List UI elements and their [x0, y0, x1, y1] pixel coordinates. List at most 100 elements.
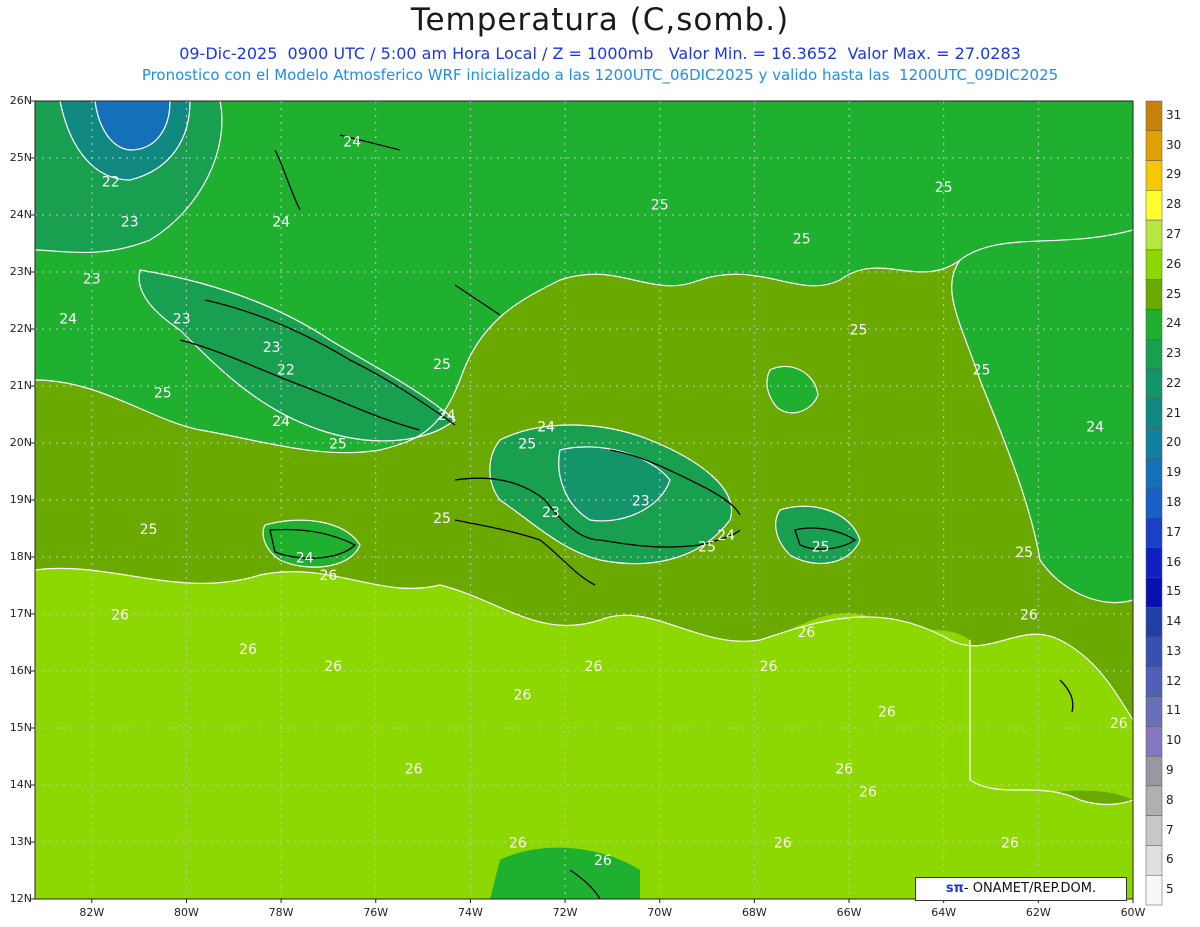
colorbar-label: 24 — [1166, 316, 1182, 331]
colorbar-label: 18 — [1166, 495, 1182, 509]
isotherm-label: 24 — [296, 551, 314, 567]
colorbar-swatch — [1145, 368, 1163, 400]
credit-symbol: sπ — [945, 881, 964, 896]
colorbar-label: 12 — [1166, 673, 1182, 688]
colorbar-label: 19 — [1166, 465, 1182, 480]
isotherm-label: 26 — [111, 608, 129, 624]
isotherm-label: 26 — [1001, 836, 1019, 852]
colorbar-label: 5 — [1166, 882, 1174, 897]
isotherm-label: 26 — [1110, 716, 1128, 732]
isotherm-label: 25 — [329, 437, 347, 453]
colorbar-swatch — [1145, 487, 1163, 519]
latitude-label: 17N — [9, 607, 32, 620]
latitude-label: 15N — [9, 721, 32, 734]
latitude-label: 12N — [9, 892, 32, 905]
isotherm-label: 25 — [973, 363, 991, 379]
isotherm-label: 26 — [774, 836, 792, 852]
longitude-label: 70W — [647, 906, 673, 919]
colorbar-swatch — [1145, 874, 1163, 906]
colorbar-swatch — [1145, 815, 1163, 846]
latitude-label: 23N — [9, 265, 32, 278]
latitude-label: 14N — [9, 778, 32, 791]
colorbar-swatch — [1145, 636, 1163, 668]
isotherm-label: 26 — [509, 836, 527, 852]
colorbar-label: 11 — [1166, 703, 1182, 718]
colorbar-label: 13 — [1166, 643, 1182, 658]
colorbar-label: 30 — [1166, 137, 1182, 152]
latitude-label: 25N — [9, 151, 32, 164]
colorbar-label: 31 — [1166, 107, 1182, 122]
colorbar-swatch — [1145, 666, 1163, 697]
latitude-label: 16N — [9, 664, 32, 677]
colorbar-swatch — [1145, 219, 1163, 251]
isotherm-label: 25 — [812, 539, 830, 555]
isotherm-label: 24 — [537, 420, 555, 436]
colorbar-swatch — [1145, 785, 1163, 816]
colorbar-swatch — [1145, 458, 1163, 489]
longitude-label: 74W — [457, 906, 483, 919]
colorbar-label: 10 — [1166, 733, 1182, 748]
longitude-label: 78W — [268, 906, 294, 919]
colorbar-swatch — [1145, 726, 1163, 757]
colorbar-swatch — [1145, 428, 1163, 459]
isotherm-label: 26 — [585, 659, 603, 675]
longitude-label: 60W — [1120, 906, 1146, 919]
colorbar-swatch — [1145, 160, 1163, 191]
isotherm-label: 23 — [263, 340, 281, 356]
colorbar-label: 17 — [1166, 524, 1182, 539]
colorbar — [1145, 100, 1163, 906]
isotherm-label: 22 — [102, 175, 120, 191]
latitude-label: 22N — [9, 322, 32, 335]
isotherm-label: 26 — [320, 568, 338, 584]
longitude-label: 64W — [931, 906, 957, 919]
isotherm-label: 26 — [859, 784, 877, 800]
colorbar-label: 23 — [1166, 346, 1182, 361]
colorbar-label: 20 — [1166, 435, 1182, 450]
latitude-label: 26N — [9, 94, 32, 107]
isotherm-label: 26 — [760, 659, 778, 675]
isotherm-label: 24 — [438, 408, 456, 424]
colorbar-label: 28 — [1166, 197, 1182, 212]
isotherm-label: 25 — [935, 180, 953, 196]
colorbar-swatch — [1145, 606, 1163, 638]
isotherm-label: 26 — [1020, 608, 1038, 624]
latitude-label: 13N — [9, 835, 32, 848]
latitude-label: 18N — [9, 550, 32, 563]
colorbar-swatch — [1145, 338, 1163, 370]
colorbar-label: 16 — [1166, 554, 1182, 569]
temperature-map: 22232324 23232224242425252425242523232425… — [31, 100, 1163, 906]
isotherm-label: 26 — [878, 705, 896, 721]
isotherm-label: 24 — [717, 528, 735, 544]
isotherm-label: 25 — [651, 197, 669, 213]
isotherm-label: 24 — [272, 414, 290, 430]
isotherm-label: 25 — [518, 437, 536, 453]
latitude-label: 20N — [9, 436, 32, 449]
colorbar-label: 26 — [1166, 256, 1182, 271]
isotherm-label: 26 — [239, 642, 257, 658]
colorbar-label: 14 — [1166, 614, 1182, 629]
colorbar-swatch — [1145, 517, 1163, 548]
isotherm-label: 22 — [277, 363, 295, 379]
latitude-label: 24N — [9, 208, 32, 221]
isotherm-label: 25 — [433, 511, 451, 527]
colorbar-swatch — [1145, 398, 1163, 429]
isotherm-label: 26 — [594, 853, 612, 869]
isotherm-label: 23 — [173, 311, 191, 327]
longitude-label: 82W — [79, 906, 105, 919]
isotherm-label: 25 — [140, 522, 158, 538]
colorbar-label: 8 — [1166, 792, 1174, 807]
isotherm-label: 25 — [1015, 545, 1033, 561]
isotherm-label: 25 — [793, 232, 811, 248]
colorbar-label: 25 — [1166, 286, 1182, 301]
colorbar-label: 7 — [1166, 822, 1174, 837]
credit-box: sπ- ONAMET/REP.DOM. — [915, 877, 1127, 901]
colorbar-label: 27 — [1166, 227, 1182, 241]
latitude-label: 21N — [9, 379, 32, 392]
longitude-label: 68W — [741, 906, 767, 919]
colorbar-label: 6 — [1166, 852, 1174, 867]
colorbar-label: 29 — [1166, 167, 1182, 182]
longitude-label: 62W — [1025, 906, 1051, 919]
colorbar-swatch — [1145, 309, 1163, 340]
isotherm-label: 23 — [83, 271, 101, 287]
colorbar-label: 22 — [1166, 375, 1182, 390]
